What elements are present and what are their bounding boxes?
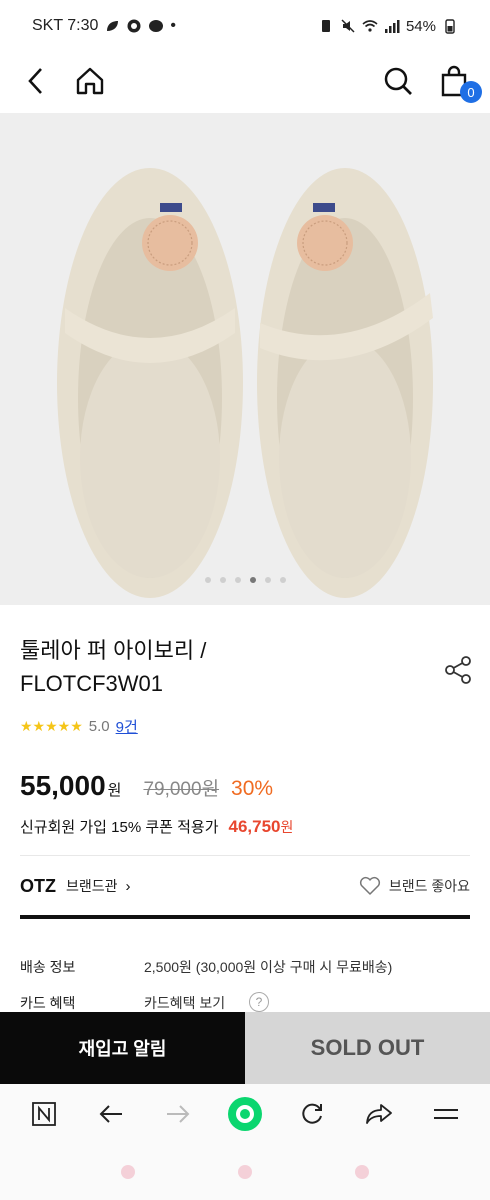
cart-count-badge: 0: [460, 81, 482, 103]
system-home-icon[interactable]: [237, 1165, 252, 1179]
pagination-dot[interactable]: [249, 577, 256, 583]
coupon-price: 46,750: [228, 817, 281, 836]
section-divider: [20, 915, 470, 919]
price-row: 55,000 원 79,000원 30%: [20, 770, 273, 802]
signal-icon: [384, 20, 400, 33]
original-price: 79,000원: [143, 779, 220, 800]
green-dot-button[interactable]: [225, 1094, 265, 1134]
back-button[interactable]: [18, 63, 54, 99]
coupon-price-unit: 원: [280, 819, 294, 835]
pagination-dot[interactable]: [219, 577, 226, 583]
shipping-label: 배송 정보: [20, 959, 76, 975]
pagination-dot[interactable]: [279, 577, 286, 583]
heart-icon: [359, 876, 380, 895]
browser-toolbar: [0, 1084, 490, 1144]
battery-saver-icon: [321, 20, 330, 32]
leaf-icon: [107, 21, 119, 31]
coupon-label: 신규회원 가입 15% 쿠폰 적용가: [20, 819, 219, 836]
chevron-right-icon: ›: [125, 877, 131, 895]
system-nav-bar: [0, 1144, 490, 1200]
chat-icon: [127, 19, 141, 33]
mute-icon: [341, 19, 355, 33]
rating-row: ★★★★★ 5.0 9건: [20, 716, 138, 737]
card-benefit-link[interactable]: 카드혜택 보기: [144, 993, 225, 1013]
hamburger-icon: [434, 1109, 459, 1119]
battery-percent: 54%: [405, 17, 436, 35]
gallery-pagination[interactable]: [0, 577, 490, 583]
product-title: 툴레아 퍼 아이보리 / FLOTCF3W01: [20, 634, 420, 700]
naver-home-button[interactable]: [24, 1094, 64, 1134]
top-nav: 0: [0, 52, 490, 110]
home-icon: [76, 67, 104, 95]
card-benefit-label: 카드 혜택: [20, 995, 76, 1011]
naver-n-icon: [31, 1102, 56, 1126]
share-icon: [445, 656, 471, 684]
pagination-dot[interactable]: [234, 577, 241, 583]
discount-rate: 30%: [231, 777, 274, 800]
green-dot-icon: [227, 1097, 262, 1131]
sold-out-button[interactable]: SOLD OUT: [245, 1012, 490, 1084]
battery-icon: [445, 19, 455, 34]
help-icon[interactable]: ?: [249, 992, 269, 1012]
restock-alert-button[interactable]: 재입고 알림: [0, 1012, 245, 1084]
product-image: [57, 168, 433, 598]
arrow-right-icon: [166, 1105, 190, 1123]
brand-row: OTZ 브랜드관 › 브랜드 좋아요: [20, 868, 470, 904]
refresh-icon: [302, 1103, 323, 1124]
sale-price-unit: 원: [107, 782, 122, 799]
star-rating-icon: ★★★★★: [20, 718, 83, 734]
share-button[interactable]: [443, 655, 473, 685]
status-dot: •: [170, 17, 177, 34]
status-bar: SKT 7:30 • 54%: [0, 0, 490, 52]
menu-button[interactable]: [426, 1094, 466, 1134]
back-arrow-icon: [28, 68, 42, 94]
forward-share-icon: [366, 1104, 393, 1124]
brand-like-button[interactable]: 브랜드 좋아요: [359, 876, 470, 896]
sale-price: 55,000: [20, 770, 106, 801]
status-time: SKT 7:30: [32, 17, 99, 34]
browser-share-button[interactable]: [359, 1094, 399, 1134]
product-title-line1: 툴레아 퍼 아이보리 /: [20, 638, 207, 663]
wifi-icon: [362, 20, 378, 32]
refresh-button[interactable]: [292, 1094, 332, 1134]
pagination-dot[interactable]: [204, 577, 211, 583]
coupon-price-row: 신규회원 가입 15% 쿠폰 적용가 46,750 원: [20, 816, 293, 837]
search-button[interactable]: [380, 63, 416, 99]
brand-name[interactable]: OTZ: [20, 876, 56, 897]
system-back-icon[interactable]: [354, 1165, 369, 1179]
brand-like-label: 브랜드 좋아요: [388, 878, 470, 894]
browser-forward-button[interactable]: [158, 1094, 198, 1134]
product-image-gallery[interactable]: [0, 113, 490, 605]
pagination-dot[interactable]: [264, 577, 271, 583]
product-title-line2: FLOTCF3W01: [20, 671, 164, 696]
rating-score: 5.0: [88, 718, 110, 735]
talk-icon: [149, 20, 164, 32]
brand-shop-link[interactable]: 브랜드관: [66, 876, 118, 896]
search-icon: [384, 67, 412, 95]
purchase-actions: 재입고 알림 SOLD OUT: [0, 1012, 490, 1084]
browser-back-button[interactable]: [91, 1094, 131, 1134]
recent-apps-icon[interactable]: [121, 1165, 136, 1179]
divider: [20, 855, 470, 856]
home-button[interactable]: [72, 63, 108, 99]
cart-button[interactable]: 0: [436, 63, 482, 103]
shipping-value: 2,500원 (30,000원 이상 구매 시 무료배송): [144, 959, 393, 975]
review-count-link[interactable]: 9건: [116, 716, 138, 737]
arrow-left-icon: [99, 1105, 122, 1123]
